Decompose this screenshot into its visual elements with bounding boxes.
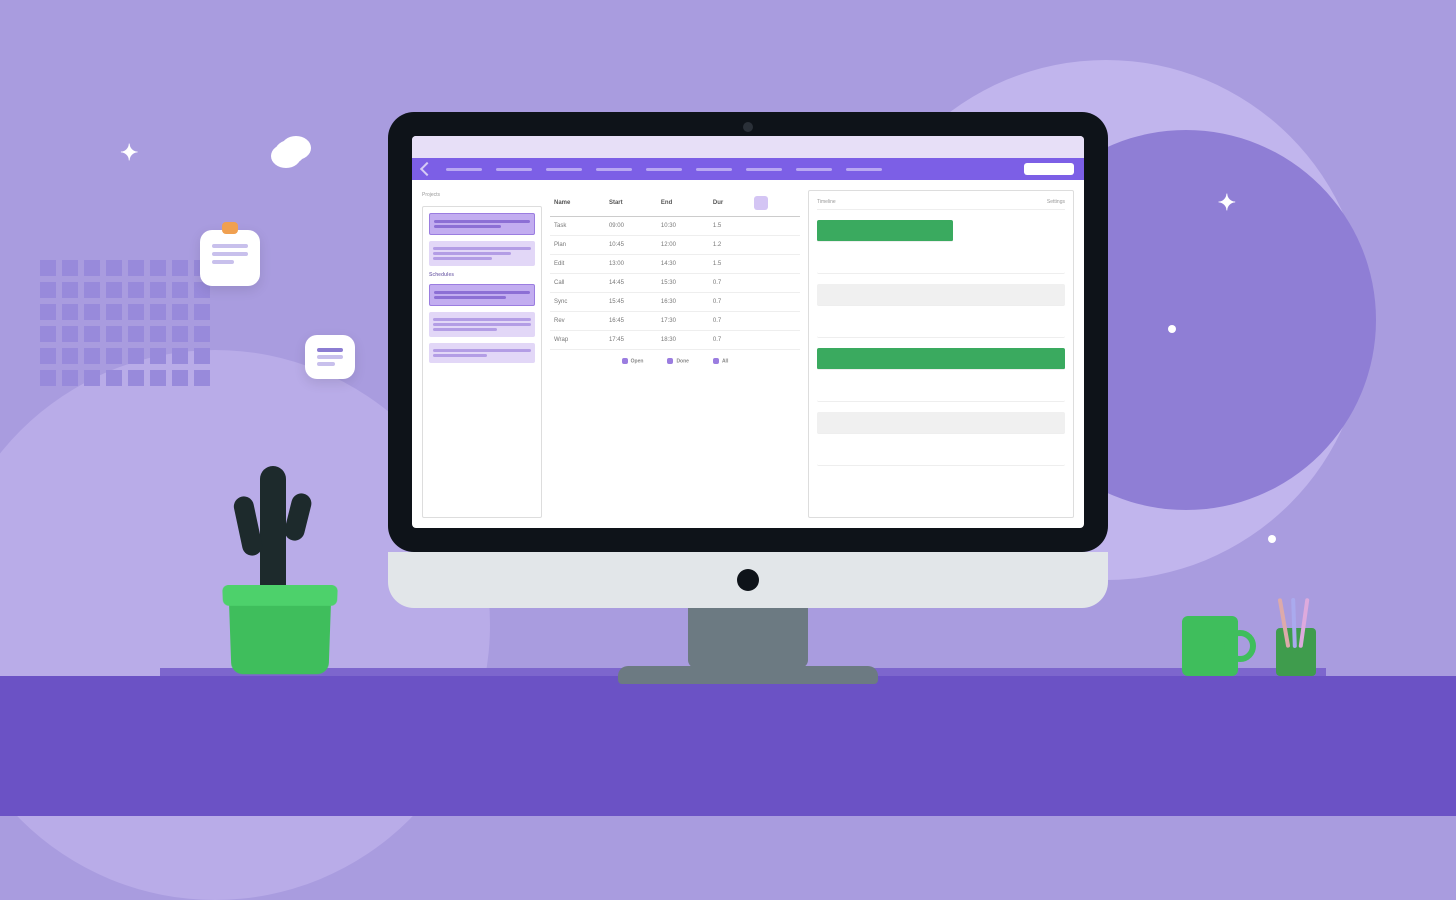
timeline-row[interactable] [817, 252, 1065, 274]
toolbar-button[interactable] [1024, 163, 1074, 175]
table-action-icon[interactable] [754, 196, 768, 210]
nav-item[interactable] [746, 168, 782, 171]
nav-item[interactable] [496, 168, 532, 171]
footer-item[interactable]: Done [667, 358, 689, 364]
table-row[interactable]: Rev16:4517:300.7 [550, 312, 800, 331]
col-header[interactable]: End [657, 190, 709, 217]
nav-item[interactable] [796, 168, 832, 171]
sidebar-block[interactable] [429, 284, 535, 306]
table-cell: Call [550, 274, 605, 293]
table-cell: 0.7 [709, 274, 750, 293]
sticky-note [200, 230, 260, 286]
timeline-row[interactable] [817, 444, 1065, 466]
table-cell: Task [550, 217, 605, 236]
back-icon[interactable] [420, 162, 434, 176]
sidebar-block[interactable] [429, 343, 535, 363]
table-cell: 09:00 [605, 217, 657, 236]
timeline-row[interactable] [817, 284, 1065, 306]
monitor-chin [388, 552, 1108, 608]
monitor-stand [688, 608, 808, 668]
toolbar [412, 158, 1084, 180]
progress-bar[interactable] [817, 348, 1065, 370]
table-cell: 10:30 [657, 217, 709, 236]
bg-grid [40, 260, 210, 386]
dot-icon [1268, 535, 1276, 543]
nav-item[interactable] [696, 168, 732, 171]
table-footer: Open Done All [550, 350, 800, 372]
table-cell: Sync [550, 293, 605, 312]
col-header[interactable]: Start [605, 190, 657, 217]
table-cell: 0.7 [709, 312, 750, 331]
table-cell: Edit [550, 255, 605, 274]
table-cell: Plan [550, 236, 605, 255]
app-screen: Projects Schedules Name Start [412, 136, 1084, 528]
table-cell: 14:45 [605, 274, 657, 293]
sidebar-block[interactable] [429, 213, 535, 235]
plus-icon: ✦ [1218, 190, 1236, 216]
table-cell: 0.7 [709, 331, 750, 350]
timeline-row[interactable] [817, 380, 1065, 402]
mug [1182, 616, 1238, 676]
nav-item[interactable] [846, 168, 882, 171]
monitor-base [618, 666, 878, 684]
table-cell: 15:30 [657, 274, 709, 293]
monitor: Projects Schedules Name Start [388, 112, 1108, 612]
table-cell: 1.5 [709, 255, 750, 274]
nav-item[interactable] [596, 168, 632, 171]
table-row[interactable]: Plan10:4512:001.2 [550, 236, 800, 255]
camera-icon [743, 122, 753, 132]
sidebar-title: Projects [422, 192, 542, 198]
table-cell: 17:45 [605, 331, 657, 350]
timeline-row[interactable] [817, 316, 1065, 338]
progress-bar[interactable] [817, 220, 953, 242]
table-cell: 16:30 [657, 293, 709, 312]
plant [230, 586, 330, 676]
col-header[interactable]: Name [550, 190, 605, 217]
dot-icon [1168, 325, 1176, 333]
sidebar-block[interactable] [429, 312, 535, 337]
col-header[interactable]: Dur [709, 190, 750, 217]
table-cell: 1.2 [709, 236, 750, 255]
data-table: Name Start End Dur Task09:0010:301.5Plan… [550, 190, 800, 518]
table-row[interactable]: Call14:4515:300.7 [550, 274, 800, 293]
table-row[interactable]: Wrap17:4518:300.7 [550, 331, 800, 350]
sidebar-section-label: Schedules [429, 272, 535, 278]
table-cell: 16:45 [605, 312, 657, 331]
nav-item[interactable] [646, 168, 682, 171]
table-row[interactable]: Task09:0010:301.5 [550, 217, 800, 236]
table-cell: Rev [550, 312, 605, 331]
footer-item[interactable]: Open [622, 358, 644, 364]
table-cell: 15:45 [605, 293, 657, 312]
table-cell: 13:00 [605, 255, 657, 274]
panel-label: Settings [1047, 199, 1065, 205]
home-button-icon [737, 569, 759, 591]
table-cell: 17:30 [657, 312, 709, 331]
footer-item[interactable]: All [713, 358, 728, 364]
desk [0, 676, 1456, 816]
nav-item[interactable] [446, 168, 482, 171]
titlebar [412, 136, 1084, 158]
table-row[interactable]: Edit13:0014:301.5 [550, 255, 800, 274]
table-cell: 14:30 [657, 255, 709, 274]
table-cell: Wrap [550, 331, 605, 350]
table-cell: 1.5 [709, 217, 750, 236]
cloud-icon [275, 140, 305, 164]
table-row[interactable]: Sync15:4516:300.7 [550, 293, 800, 312]
sticky-note [305, 335, 355, 379]
sidebar: Projects Schedules [422, 190, 542, 518]
table-cell: 0.7 [709, 293, 750, 312]
table-cell: 12:00 [657, 236, 709, 255]
detail-panel: Timeline Settings [808, 190, 1074, 518]
sidebar-block[interactable] [429, 241, 535, 266]
timeline-row[interactable] [817, 412, 1065, 434]
table-cell: 10:45 [605, 236, 657, 255]
nav-item[interactable] [546, 168, 582, 171]
table-cell: 18:30 [657, 331, 709, 350]
panel-label: Timeline [817, 199, 836, 205]
pencil-cup [1276, 606, 1316, 676]
plus-icon: ✦ [120, 140, 138, 166]
